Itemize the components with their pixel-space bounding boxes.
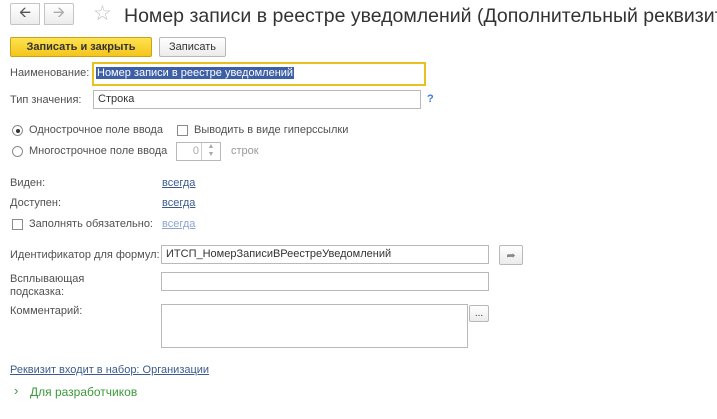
lines-suffix: строк [231, 145, 259, 157]
name-value: Номер записи в реестре уведомлений [96, 67, 295, 79]
tooltip-label-1: Всплывающая [10, 273, 85, 285]
star-icon[interactable]: ☆ [93, 2, 112, 26]
save-and-close-button[interactable]: Записать и закрыть [10, 37, 152, 57]
tooltip-input[interactable] [161, 272, 489, 291]
comment-more-button[interactable]: ... [469, 305, 489, 322]
single-line-label: Однострочное поле ввода [29, 124, 163, 136]
visible-label: Виден: [10, 177, 46, 189]
save-button[interactable]: Записать [159, 37, 226, 57]
single-line-radio[interactable] [12, 125, 23, 136]
formula-id-label: Идентификатор для формул: [10, 249, 160, 261]
help-icon[interactable]: ? [427, 93, 434, 105]
required-checkbox[interactable] [12, 219, 23, 230]
comment-label: Комментарий: [10, 305, 83, 317]
required-label: Заполнять обязательно: [29, 218, 153, 230]
multi-line-radio[interactable] [12, 146, 23, 157]
nav-group: 🡨 🡪 [10, 3, 83, 25]
arrow-right-icon: 🡪 [52, 3, 66, 21]
developers-section[interactable]: Для разработчиков [30, 385, 137, 399]
tooltip-label-2: подсказка: [10, 286, 65, 298]
comment-input[interactable] [161, 304, 468, 348]
name-label: Наименование: [10, 67, 90, 79]
stepper-arrows-icon[interactable]: ▲ ▼ [201, 143, 220, 160]
arrow-left-icon: 🡨 [18, 3, 32, 21]
formula-id-input[interactable]: ИТСП_НомерЗаписиВРеестреУведомлений [161, 245, 489, 264]
back-button[interactable]: 🡨 [10, 3, 40, 25]
available-link[interactable]: всегда [162, 197, 195, 209]
available-label: Доступен: [10, 197, 62, 209]
forward-button[interactable]: 🡪 [44, 3, 74, 25]
lines-value: 0 [192, 145, 199, 157]
name-input[interactable]: Номер записи в реестре уведомлений [92, 62, 426, 86]
type-input[interactable]: Строка [93, 90, 421, 109]
type-label: Тип значения: [10, 94, 82, 106]
lines-stepper[interactable]: 0 ▲ ▼ [176, 142, 221, 161]
set-link[interactable]: Реквизит входит в набор: Организации [10, 364, 209, 376]
required-link[interactable]: всегда [162, 218, 195, 230]
multi-line-label: Многострочное поле ввода [29, 145, 168, 157]
hyperlink-checkbox[interactable] [177, 125, 188, 136]
hyperlink-label: Выводить в виде гиперссылки [194, 124, 349, 136]
refresh-arrow-icon: ➦ [506, 249, 516, 262]
window-title: Номер записи в реестре уведомлений (Допо… [124, 5, 717, 27]
chevron-right-icon[interactable]: › [14, 383, 18, 398]
refresh-button[interactable]: ➦ [499, 245, 523, 265]
visible-link[interactable]: всегда [162, 177, 195, 189]
